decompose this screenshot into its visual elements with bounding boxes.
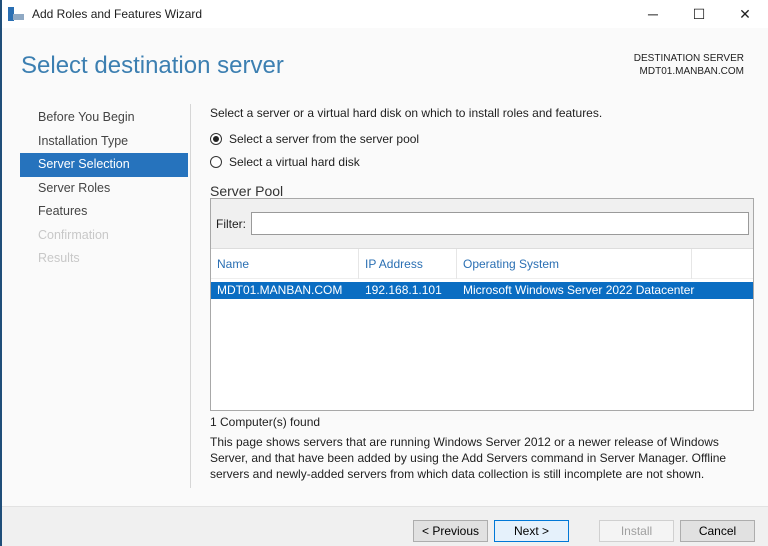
window-title: Add Roles and Features Wizard xyxy=(32,7,203,21)
radio-server-pool-label: Select a server from the server pool xyxy=(229,132,420,146)
column-name[interactable]: Name xyxy=(211,248,359,279)
destination-label: DESTINATION SERVER xyxy=(633,53,744,64)
previous-button[interactable]: < Previous xyxy=(413,520,488,542)
server-manager-icon xyxy=(8,7,24,21)
nav-server-roles[interactable]: Server Roles xyxy=(20,177,188,201)
radio-vhd[interactable]: Select a virtual hard disk xyxy=(210,155,755,169)
destination-server: DESTINATION SERVER MDT01.MANBAN.COM xyxy=(634,52,744,78)
minimize-button[interactable]: ─ xyxy=(630,0,676,28)
cancel-button[interactable]: Cancel xyxy=(680,520,755,542)
intro-text: Select a server or a virtual hard disk o… xyxy=(210,106,603,120)
nav-server-selection[interactable]: Server Selection xyxy=(20,153,188,177)
column-ip[interactable]: IP Address xyxy=(359,248,457,279)
next-button[interactable]: Next > xyxy=(494,520,569,542)
footer: < Previous Next > Install Cancel xyxy=(2,506,768,546)
filter-input[interactable] xyxy=(251,212,749,235)
nav-results: Results xyxy=(38,251,80,265)
nav-before-you-begin[interactable]: Before You Begin xyxy=(20,106,188,130)
wizard-nav: Before You Begin Installation Type Serve… xyxy=(20,106,188,271)
row-ip: 192.168.1.101 xyxy=(365,283,442,297)
destination-value: MDT01.MANBAN.COM xyxy=(639,66,744,77)
radio-vhd-label: Select a virtual hard disk xyxy=(229,155,360,169)
table-row[interactable]: MDT01.MANBAN.COM 192.168.1.101 Microsoft… xyxy=(211,282,753,299)
computers-found: 1 Computer(s) found xyxy=(210,415,321,429)
page-title: Select destination server xyxy=(21,52,284,79)
row-name: MDT01.MANBAN.COM xyxy=(217,283,343,297)
server-pool-list: Filter: Name IP Address Operating System… xyxy=(210,198,754,411)
filter-label: Filter: xyxy=(216,216,246,231)
row-os: Microsoft Windows Server 2022 Datacenter xyxy=(463,283,695,297)
nav-confirmation: Confirmation xyxy=(38,227,109,242)
maximize-button[interactable]: ☐ xyxy=(676,0,722,28)
table-header: Name IP Address Operating System xyxy=(211,248,753,279)
radio-selected-icon[interactable] xyxy=(210,133,222,145)
title-bar: Add Roles and Features Wizard ─ ☐ ✕ xyxy=(2,0,768,28)
description: This page shows servers that are running… xyxy=(210,435,727,481)
divider xyxy=(190,104,191,488)
server-pool-title: Server Pool xyxy=(210,183,284,199)
nav-features[interactable]: Features xyxy=(20,200,188,224)
install-button: Install xyxy=(599,520,674,542)
radio-server-pool[interactable]: Select a server from the server pool xyxy=(210,132,755,146)
nav-installation-type[interactable]: Installation Type xyxy=(20,130,188,154)
main-content: Select a server or a virtual hard disk o… xyxy=(210,106,755,481)
window-border xyxy=(0,0,2,546)
column-os[interactable]: Operating System xyxy=(457,248,692,279)
radio-unselected-icon[interactable] xyxy=(210,156,222,168)
close-button[interactable]: ✕ xyxy=(722,0,768,28)
